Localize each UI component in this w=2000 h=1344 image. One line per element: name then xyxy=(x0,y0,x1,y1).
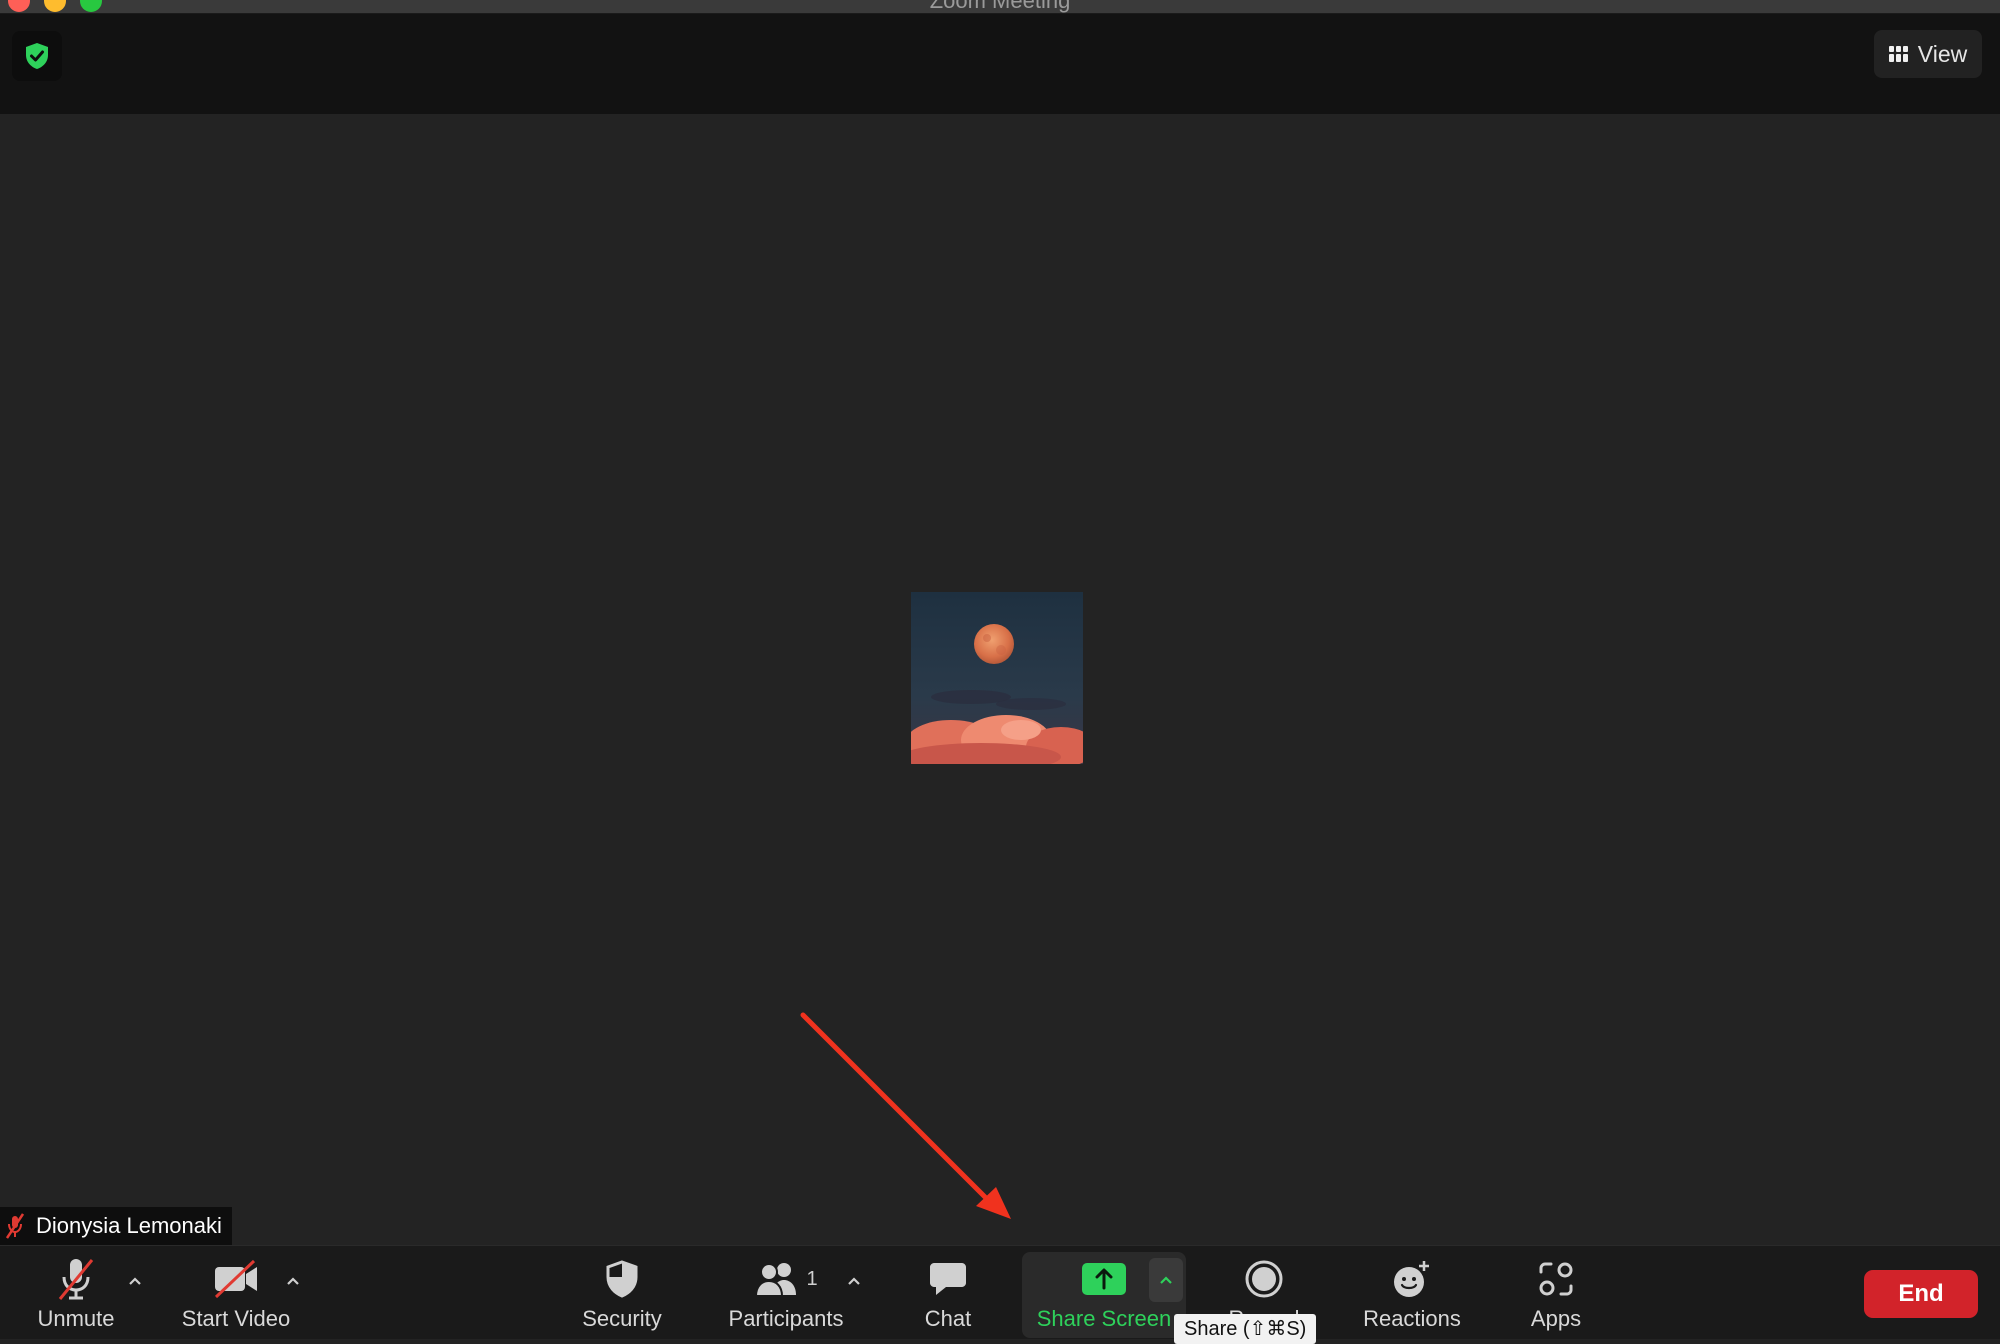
participant-name-tag: Dionysia Lemonaki xyxy=(0,1207,232,1245)
people-icon xyxy=(755,1263,797,1297)
share-up-arrow-icon xyxy=(1082,1263,1126,1295)
grid-icon xyxy=(1888,46,1908,62)
security-button[interactable]: Security xyxy=(572,1256,672,1336)
chevron-up-icon xyxy=(129,1277,141,1285)
chevron-up-icon xyxy=(287,1277,299,1285)
video-stage xyxy=(0,114,2000,1245)
chevron-up-icon xyxy=(1160,1276,1172,1284)
chat-label: Chat xyxy=(924,1306,972,1331)
window-titlebar: Zoom Meeting xyxy=(0,0,2000,14)
shield-check-icon xyxy=(26,43,48,69)
participant-name: Dionysia Lemonaki xyxy=(36,1213,222,1238)
participants-label: Participants xyxy=(728,1306,844,1331)
reactions-label: Reactions xyxy=(1363,1306,1461,1331)
security-label: Security xyxy=(582,1306,662,1331)
shield-icon xyxy=(606,1260,638,1298)
meeting-toolbar: Unmute Start Video Security 1 Participan… xyxy=(0,1245,2000,1344)
video-off-icon xyxy=(214,1259,257,1299)
start-video-label: Start Video xyxy=(181,1306,291,1331)
encryption-badge[interactable] xyxy=(12,31,62,81)
audio-options-caret[interactable] xyxy=(124,1270,146,1292)
window-title: Zoom Meeting xyxy=(929,0,1071,13)
participants-button[interactable]: 1 Participants xyxy=(718,1256,854,1336)
unmute-label: Unmute xyxy=(37,1306,115,1331)
chevron-up-icon xyxy=(848,1277,860,1285)
chat-button[interactable]: Chat xyxy=(908,1256,988,1336)
smiley-plus-icon xyxy=(1394,1261,1429,1297)
participants-count: 1 xyxy=(806,1267,818,1290)
apps-label: Apps xyxy=(1530,1306,1582,1331)
video-options-caret[interactable] xyxy=(282,1270,304,1292)
share-screen-label: Share Screen xyxy=(1036,1306,1172,1331)
mic-off-icon xyxy=(58,1259,94,1300)
view-button-label: View xyxy=(1917,40,1968,67)
record-icon xyxy=(1245,1260,1283,1298)
participant-avatar xyxy=(911,592,1083,764)
apps-icon xyxy=(1539,1262,1573,1296)
share-shortcut-tooltip: Share (⇧⌘S) xyxy=(1174,1314,1317,1344)
participants-options-caret[interactable] xyxy=(843,1270,865,1292)
start-video-button[interactable]: Start Video xyxy=(172,1256,300,1336)
share-options-caret[interactable] xyxy=(1149,1258,1183,1302)
meeting-topbar: View xyxy=(0,14,2000,114)
apps-button[interactable]: Apps xyxy=(1516,1256,1596,1336)
end-meeting-button[interactable]: End xyxy=(1864,1270,1978,1318)
mic-muted-icon xyxy=(6,1213,24,1239)
reactions-button[interactable]: Reactions xyxy=(1354,1256,1470,1336)
chat-bubble-icon xyxy=(930,1263,966,1295)
unmute-button[interactable]: Unmute xyxy=(26,1256,126,1336)
view-button[interactable]: View xyxy=(1874,30,1982,78)
